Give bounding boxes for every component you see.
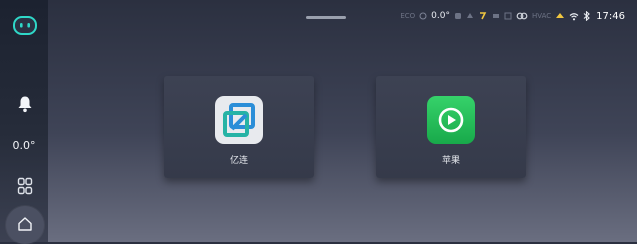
status-bar: ECO 0.0° HVAC 17:46	[400, 8, 625, 24]
app-card-yilian[interactable]: 亿连	[164, 76, 314, 178]
assistant-robot-icon[interactable]	[12, 14, 38, 36]
app-label-yilian: 亿连	[229, 156, 248, 166]
defrost-icon	[467, 13, 473, 18]
app-card-carplay[interactable]: 苹果	[376, 76, 526, 178]
steering-wheel-heat-icon	[480, 12, 487, 20]
app-label-carplay: 苹果	[441, 156, 460, 166]
mirror-heat-icon	[493, 14, 499, 18]
rear-defrost-icon	[504, 12, 512, 20]
home-icon	[18, 217, 32, 231]
status-small-text-2: HVAC	[532, 12, 552, 20]
status-small-text: ECO	[400, 12, 416, 20]
notification-bell-icon[interactable]	[17, 95, 33, 113]
sidebar: 0.0°	[0, 0, 48, 244]
app-grid-icon[interactable]	[17, 177, 33, 195]
home-button[interactable]	[6, 206, 44, 244]
fan-icon	[419, 12, 427, 20]
wifi-icon	[569, 12, 579, 20]
status-temperature: 0.0°	[431, 11, 450, 21]
carplay-app-icon	[427, 96, 475, 144]
seat-heat-icon	[455, 13, 461, 19]
temperature-readout[interactable]: 0.0°	[4, 139, 44, 152]
clock: 17:46	[596, 10, 625, 22]
yilian-app-icon	[215, 96, 263, 144]
recirculation-icon	[516, 12, 528, 20]
drag-handle[interactable]	[306, 16, 346, 19]
car-signal-icon	[556, 13, 565, 18]
bluetooth-icon	[583, 11, 590, 21]
